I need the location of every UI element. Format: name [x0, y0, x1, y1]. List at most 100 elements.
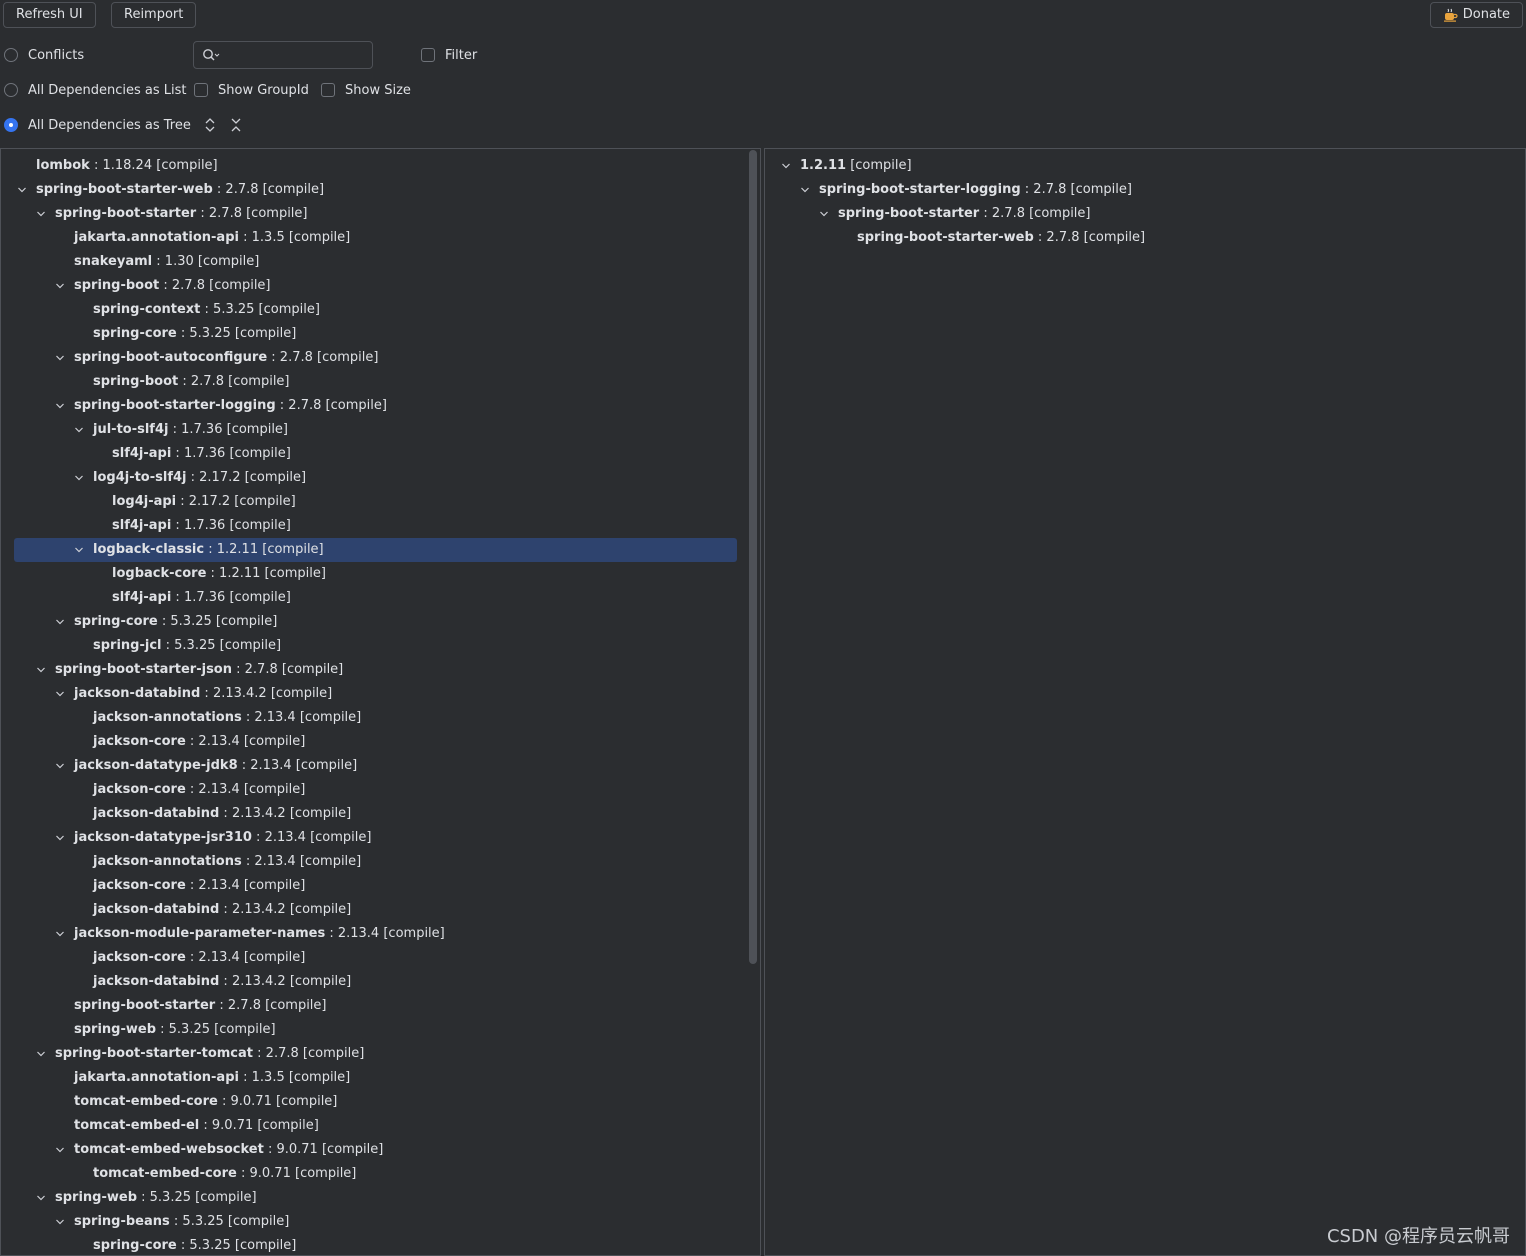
tree-row[interactable]: spring-boot-starter-web : 2.7.8 [compile…	[778, 226, 1498, 250]
tree-radio[interactable]	[4, 118, 18, 132]
tree-row[interactable]: jackson-datatype-jsr310 : 2.13.4 [compil…	[14, 826, 737, 850]
show-size-checkbox[interactable]	[321, 83, 335, 97]
chevron-down-icon[interactable]	[73, 418, 85, 442]
tree-row[interactable]: slf4j-api : 1.7.36 [compile]	[14, 586, 737, 610]
tree-row[interactable]: jackson-core : 2.13.4 [compile]	[14, 946, 737, 970]
tree-row[interactable]: 1.2.11 [compile]	[778, 154, 1498, 178]
chevron-down-icon[interactable]	[54, 274, 66, 298]
tree-row[interactable]: spring-boot : 2.7.8 [compile]	[14, 274, 737, 298]
show-groupid-option[interactable]: Show GroupId	[194, 79, 309, 101]
filter-option[interactable]: Filter	[421, 44, 477, 66]
tree-row[interactable]: spring-core : 5.3.25 [compile]	[14, 1234, 737, 1255]
tree-row[interactable]: jakarta.annotation-api : 1.3.5 [compile]	[14, 226, 737, 250]
tree-row[interactable]: tomcat-embed-websocket : 9.0.71 [compile…	[14, 1138, 737, 1162]
tree-row[interactable]: jackson-core : 2.13.4 [compile]	[14, 874, 737, 898]
chevron-down-icon[interactable]	[73, 466, 85, 490]
chevron-down-icon[interactable]	[54, 754, 66, 778]
tree-row[interactable]: spring-boot-starter-web : 2.7.8 [compile…	[14, 178, 737, 202]
collapse-all-icon[interactable]	[227, 116, 245, 134]
dependency-version: 2.7.8	[991, 206, 1025, 221]
tree-row[interactable]: logback-classic : 1.2.11 [compile]	[14, 538, 737, 562]
tree-row[interactable]: jul-to-slf4j : 1.7.36 [compile]	[14, 418, 737, 442]
dependency-scope: [compile]	[302, 1046, 365, 1061]
chevron-down-icon[interactable]	[35, 1042, 47, 1066]
tree-row[interactable]: tomcat-embed-core : 9.0.71 [compile]	[14, 1162, 737, 1186]
tree-row[interactable]: snakeyaml : 1.30 [compile]	[14, 250, 737, 274]
chevron-down-icon[interactable]	[35, 658, 47, 682]
tree-row[interactable]: spring-web : 5.3.25 [compile]	[14, 1186, 737, 1210]
chevron-down-icon[interactable]	[54, 922, 66, 946]
dependency-name: snakeyaml	[74, 254, 153, 269]
tree-row[interactable]: jackson-databind : 2.13.4.2 [compile]	[14, 682, 737, 706]
chevron-down-icon[interactable]	[54, 394, 66, 418]
chevron-down-icon[interactable]	[818, 202, 830, 226]
chevron-down-icon[interactable]	[54, 682, 66, 706]
show-groupid-checkbox[interactable]	[194, 83, 208, 97]
dependency-scope: [compile]	[228, 374, 290, 389]
tree-row[interactable]: spring-core : 5.3.25 [compile]	[14, 610, 737, 634]
tree-row[interactable]: tomcat-embed-el : 9.0.71 [compile]	[14, 1114, 737, 1138]
tree-row[interactable]: spring-web : 5.3.25 [compile]	[14, 1018, 737, 1042]
tree-row[interactable]: log4j-to-slf4j : 2.17.2 [compile]	[14, 466, 737, 490]
tree-row[interactable]: spring-boot-autoconfigure : 2.7.8 [compi…	[14, 346, 737, 370]
chevron-down-icon[interactable]	[54, 826, 66, 850]
reverse-tree-panel[interactable]: 1.2.11 [compile] spring-boot-starter-logg…	[764, 148, 1526, 1256]
chevron-down-icon[interactable]	[54, 1210, 66, 1234]
dependency-scope: [compile]	[1029, 206, 1091, 221]
dependency-scope: [compile]	[289, 902, 352, 917]
tree-row[interactable]: jackson-databind : 2.13.4.2 [compile]	[14, 898, 737, 922]
tree-row[interactable]: spring-boot : 2.7.8 [compile]	[14, 370, 737, 394]
tree-scrollbar[interactable]	[749, 150, 757, 964]
chevron-down-icon[interactable]	[780, 154, 792, 178]
conflicts-option[interactable]: Conflicts	[4, 44, 84, 66]
tree-row[interactable]: jackson-annotations : 2.13.4 [compile]	[14, 706, 737, 730]
show-size-option[interactable]: Show Size	[321, 79, 411, 101]
tree-row[interactable]: lombok : 1.18.24 [compile]	[14, 154, 737, 178]
tree-row[interactable]: jakarta.annotation-api : 1.3.5 [compile]	[14, 1066, 737, 1090]
search-input[interactable]	[193, 41, 373, 69]
tree-row[interactable]: spring-core : 5.3.25 [compile]	[14, 322, 737, 346]
chevron-down-icon[interactable]	[54, 346, 66, 370]
chevron-down-icon[interactable]	[73, 538, 85, 562]
donate-button[interactable]: Donate	[1429, 2, 1523, 28]
tree-row[interactable]: jackson-databind : 2.13.4.2 [compile]	[14, 802, 737, 826]
list-option[interactable]: All Dependencies as List	[4, 79, 187, 101]
chevron-down-icon[interactable]	[799, 178, 811, 202]
tree-row[interactable]: spring-boot-starter-tomcat : 2.7.8 [comp…	[14, 1042, 737, 1066]
tree-row[interactable]: spring-boot-starter : 2.7.8 [compile]	[14, 994, 737, 1018]
tree-row[interactable]: slf4j-api : 1.7.36 [compile]	[14, 442, 737, 466]
tree-row[interactable]: spring-context : 5.3.25 [compile]	[14, 298, 737, 322]
refresh-ui-button[interactable]: Refresh UI	[3, 2, 96, 28]
tree-row[interactable]: tomcat-embed-core : 9.0.71 [compile]	[14, 1090, 737, 1114]
chevron-down-icon[interactable]	[16, 178, 28, 202]
tree-row[interactable]: spring-boot-starter-logging : 2.7.8 [com…	[14, 394, 737, 418]
tree-option[interactable]: All Dependencies as Tree	[4, 114, 191, 136]
tree-row[interactable]: spring-boot-starter : 2.7.8 [compile]	[778, 202, 1498, 226]
tree-row[interactable]: spring-boot-starter : 2.7.8 [compile]	[14, 202, 737, 226]
expand-all-icon[interactable]	[201, 116, 219, 134]
tree-row[interactable]: spring-jcl : 5.3.25 [compile]	[14, 634, 737, 658]
chevron-down-icon[interactable]	[35, 1186, 47, 1210]
chevron-down-icon[interactable]	[35, 202, 47, 226]
tree-row[interactable]: spring-boot-starter-logging : 2.7.8 [com…	[778, 178, 1498, 202]
dependency-scope: [compile]	[310, 830, 372, 845]
dependency-scope: [compile]	[156, 158, 218, 173]
tree-row[interactable]: logback-core : 1.2.11 [compile]	[14, 562, 737, 586]
tree-row[interactable]: jackson-core : 2.13.4 [compile]	[14, 778, 737, 802]
tree-row[interactable]: slf4j-api : 1.7.36 [compile]	[14, 514, 737, 538]
reimport-button[interactable]: Reimport	[111, 2, 197, 28]
tree-row[interactable]: jackson-module-parameter-names : 2.13.4 …	[14, 922, 737, 946]
tree-row[interactable]: spring-boot-starter-json : 2.7.8 [compil…	[14, 658, 737, 682]
tree-row[interactable]: jackson-core : 2.13.4 [compile]	[14, 730, 737, 754]
tree-row[interactable]: jackson-databind : 2.13.4.2 [compile]	[14, 970, 737, 994]
chevron-down-icon[interactable]	[54, 1138, 66, 1162]
dependency-tree-panel[interactable]: lombok : 1.18.24 [compile] spring-boot-st…	[0, 148, 761, 1256]
tree-row[interactable]: log4j-api : 2.17.2 [compile]	[14, 490, 737, 514]
tree-row[interactable]: jackson-annotations : 2.13.4 [compile]	[14, 850, 737, 874]
conflicts-radio[interactable]	[4, 48, 18, 62]
chevron-down-icon[interactable]	[54, 610, 66, 634]
filter-checkbox[interactable]	[421, 48, 435, 62]
tree-row[interactable]: spring-beans : 5.3.25 [compile]	[14, 1210, 737, 1234]
tree-row[interactable]: jackson-datatype-jdk8 : 2.13.4 [compile]	[14, 754, 737, 778]
list-radio[interactable]	[4, 83, 18, 97]
